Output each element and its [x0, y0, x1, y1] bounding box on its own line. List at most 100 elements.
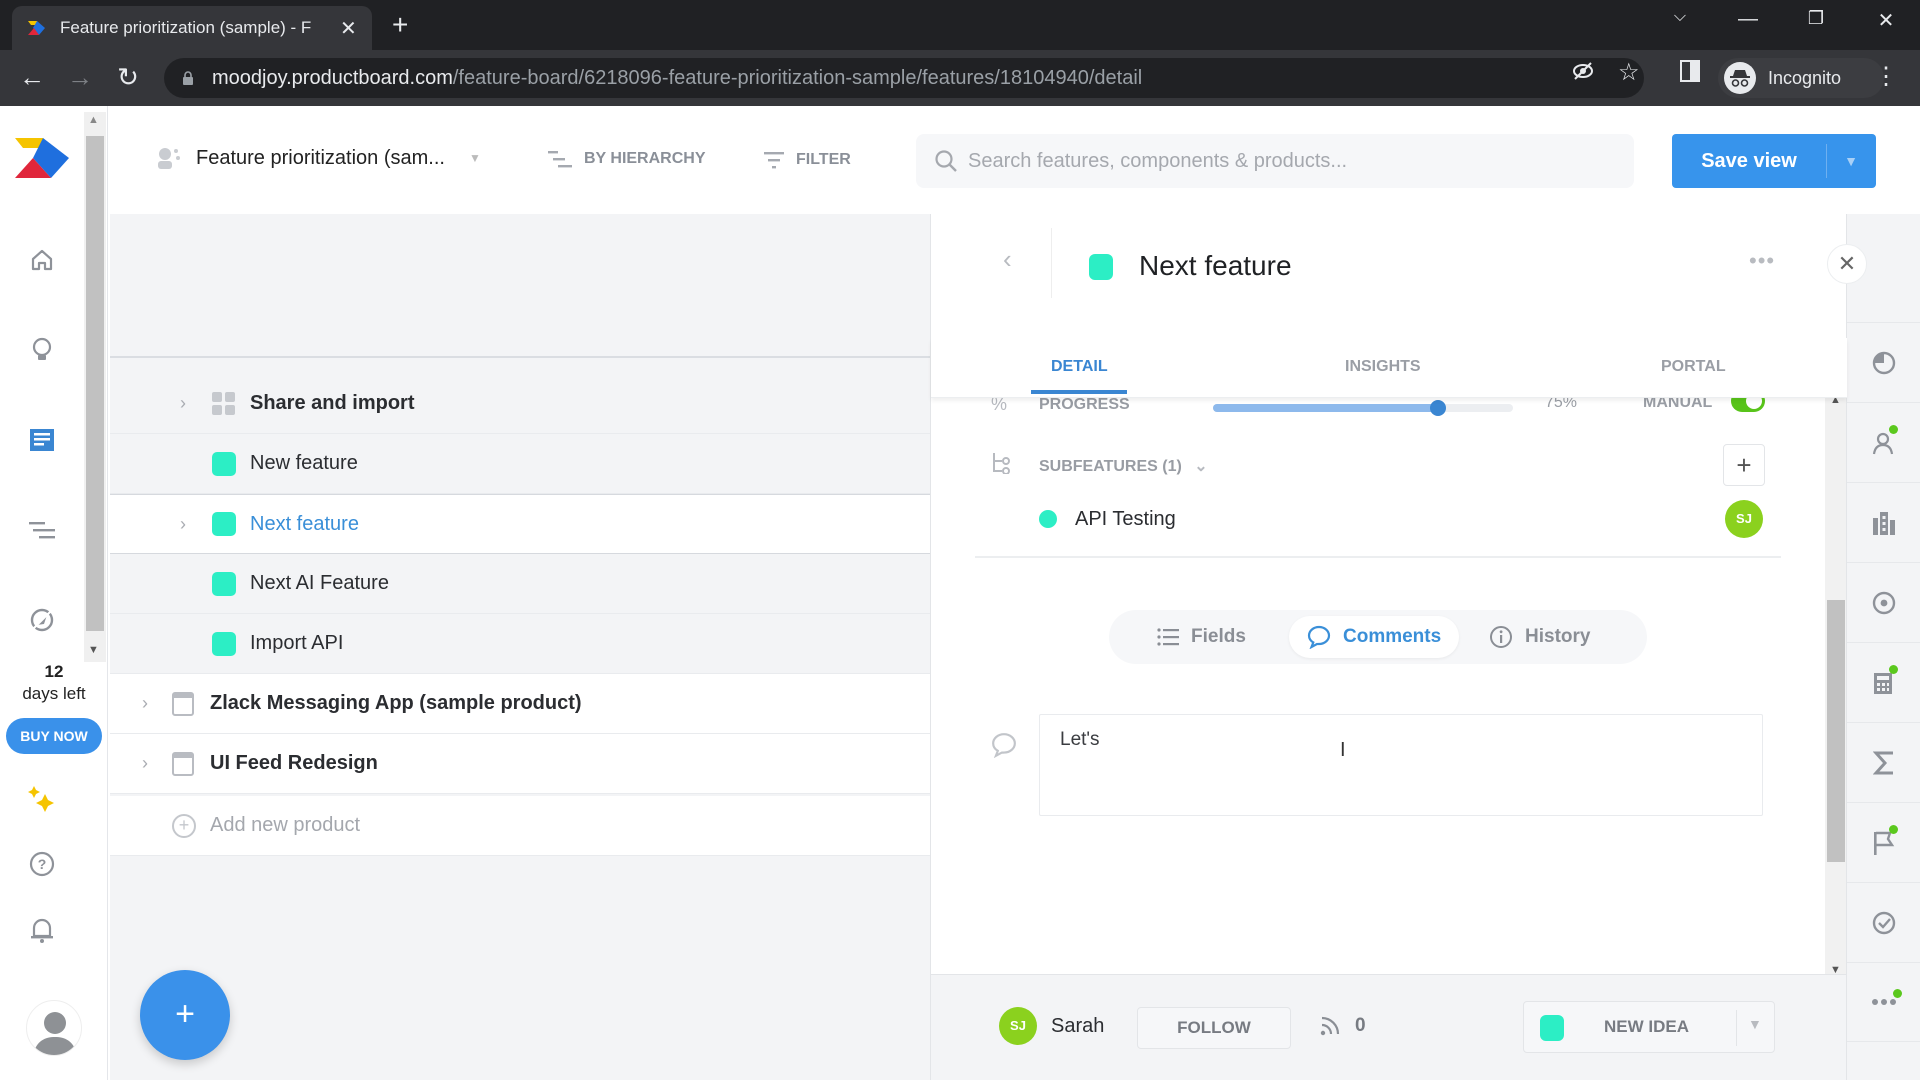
buy-now-button[interactable]: BUY NOW: [6, 718, 102, 754]
back-icon[interactable]: ←: [14, 62, 50, 93]
home-icon[interactable]: [24, 242, 60, 278]
tree-row-component[interactable]: › Share and import: [110, 374, 930, 434]
feature-title[interactable]: Next feature: [1139, 250, 1292, 282]
fields-label: Fields: [1191, 626, 1246, 647]
info-icon: [1490, 626, 1512, 648]
close-detail-icon[interactable]: ✕: [1827, 244, 1867, 284]
tree-row-feature[interactable]: New feature: [110, 434, 930, 494]
comment-input[interactable]: [1060, 729, 1740, 799]
tree-row-feature[interactable]: Next AI Feature: [110, 554, 930, 614]
rail-calculator-item[interactable]: [1847, 642, 1920, 722]
tree-row-product[interactable]: › UI Feed Redesign: [110, 734, 930, 794]
rail-score-item[interactable]: [1847, 722, 1920, 802]
add-new-product-button[interactable]: + Add new product: [110, 796, 930, 856]
user-avatar[interactable]: [26, 1000, 82, 1056]
tab-insights[interactable]: INSIGHTS: [1345, 358, 1421, 376]
progress-slider[interactable]: [1213, 400, 1513, 416]
fields-segment[interactable]: Fields: [1139, 616, 1264, 658]
save-view-dropdown-icon[interactable]: ▼: [1827, 153, 1875, 169]
subfeature-item[interactable]: API Testing SJ: [931, 498, 1811, 542]
detail-scrollbar[interactable]: ▲ ▼: [1825, 390, 1847, 980]
url-field[interactable]: moodjoy.productboard.com /feature-board/…: [164, 58, 1644, 98]
portal-icon[interactable]: [24, 602, 60, 638]
features-board-icon[interactable]: [24, 422, 60, 458]
detail-view-switcher: Fields Comments History: [1109, 610, 1647, 664]
chevron-right-icon[interactable]: ›: [180, 514, 186, 535]
sidebar-scrollbar[interactable]: ▲ ▼: [84, 112, 106, 662]
profile-label: Incognito: [1768, 67, 1842, 88]
tree-row-feature[interactable]: Import API: [110, 614, 930, 674]
indicator-dot: [1893, 989, 1902, 998]
productboard-logo[interactable]: [14, 136, 70, 180]
search-box[interactable]: [916, 134, 1634, 188]
tab-search-icon[interactable]: ⌵: [1660, 8, 1700, 26]
rail-tasks-item[interactable]: [1847, 882, 1920, 962]
product-icon: [172, 751, 194, 776]
board-users-icon: [158, 148, 180, 169]
chevron-right-icon[interactable]: ›: [142, 693, 148, 714]
building-icon: [1873, 511, 1895, 535]
restore-icon[interactable]: ❐: [1796, 8, 1836, 29]
feature-detail-panel: ‹ Next feature ••• ✕ DETAIL INSIGHTS POR…: [930, 214, 1867, 1080]
chevron-right-icon[interactable]: ›: [142, 753, 148, 774]
group-by-hierarchy-button[interactable]: BY HIERARCHY: [548, 150, 706, 168]
tree-row-product[interactable]: › Zlack Messaging App (sample product): [110, 674, 930, 734]
rail-progress-item[interactable]: [1847, 322, 1920, 402]
subfeature-owner-avatar[interactable]: SJ: [1725, 500, 1763, 538]
incognito-icon: [1724, 62, 1756, 94]
section-divider: [975, 556, 1781, 558]
filter-button[interactable]: FILTER: [764, 150, 851, 170]
chevron-right-icon[interactable]: ›: [180, 393, 186, 414]
more-options-icon[interactable]: •••: [1749, 248, 1775, 274]
new-tab-button[interactable]: +: [392, 10, 408, 40]
tab-portal[interactable]: PORTAL: [1661, 358, 1726, 376]
tracking-protection-icon[interactable]: [1572, 60, 1594, 88]
create-fab-button[interactable]: +: [140, 970, 230, 1060]
feature-status-icon[interactable]: [1089, 254, 1113, 280]
browser-menu-icon[interactable]: ⋮: [1874, 62, 1898, 91]
tree-row-label: Import API: [250, 632, 344, 654]
tree-row-label: UI Feed Redesign: [210, 752, 378, 774]
subfeatures-toggle[interactable]: SUBFEATURES (1) ⌄: [1039, 456, 1208, 476]
subfeature-label[interactable]: API Testing: [1075, 508, 1176, 531]
back-chevron-icon[interactable]: ‹: [1003, 244, 1012, 275]
rail-users-item[interactable]: [1847, 402, 1920, 482]
bookmark-star-icon[interactable]: ☆: [1618, 58, 1640, 87]
indicator-dot: [1889, 825, 1898, 834]
search-input[interactable]: [968, 149, 1608, 173]
history-segment[interactable]: History: [1471, 616, 1608, 658]
reload-icon[interactable]: ↻: [110, 62, 146, 93]
status-selector[interactable]: NEW IDEA ▼: [1523, 1001, 1775, 1053]
comment-composer[interactable]: I: [1039, 714, 1763, 816]
save-view-button[interactable]: Save view ▼: [1672, 134, 1876, 188]
tab-detail[interactable]: DETAIL: [1051, 358, 1108, 376]
right-icon-rail: [1846, 214, 1920, 1080]
window-close-icon[interactable]: ✕: [1866, 8, 1906, 33]
owner-name[interactable]: Sarah: [1051, 1015, 1104, 1038]
rail-more-item[interactable]: [1847, 962, 1920, 1042]
filter-label: FILTER: [796, 151, 851, 168]
board-selector[interactable]: Feature prioritization (sam... ▼: [156, 146, 481, 170]
add-subfeature-button[interactable]: +: [1723, 444, 1765, 486]
forward-icon[interactable]: →: [62, 62, 98, 93]
sparkles-icon[interactable]: [24, 780, 60, 816]
rail-release-item[interactable]: [1847, 802, 1920, 882]
rail-objectives-item[interactable]: [1847, 562, 1920, 642]
incognito-profile-button[interactable]: Incognito: [1718, 58, 1884, 98]
minimize-icon[interactable]: —: [1728, 8, 1768, 31]
tree-row-feature-selected[interactable]: › Next feature: [110, 494, 930, 554]
owner-avatar[interactable]: SJ: [999, 1007, 1037, 1045]
comments-segment[interactable]: Comments: [1289, 616, 1460, 658]
progress-slider-handle[interactable]: [1430, 400, 1446, 416]
browser-tab[interactable]: Feature prioritization (sample) - F ✕: [12, 6, 372, 50]
status-dropdown-icon[interactable]: ▼: [1748, 1016, 1762, 1032]
follow-button[interactable]: FOLLOW: [1137, 1007, 1291, 1049]
help-icon[interactable]: ?: [24, 846, 60, 882]
lightbulb-icon[interactable]: [24, 332, 60, 368]
rail-companies-item[interactable]: [1847, 482, 1920, 562]
side-panel-icon[interactable]: [1680, 60, 1700, 88]
roadmap-icon[interactable]: [24, 512, 60, 548]
progress-label: PROGRESS: [1039, 396, 1130, 413]
notifications-bell-icon[interactable]: [24, 912, 60, 948]
close-tab-icon[interactable]: ✕: [340, 16, 357, 41]
